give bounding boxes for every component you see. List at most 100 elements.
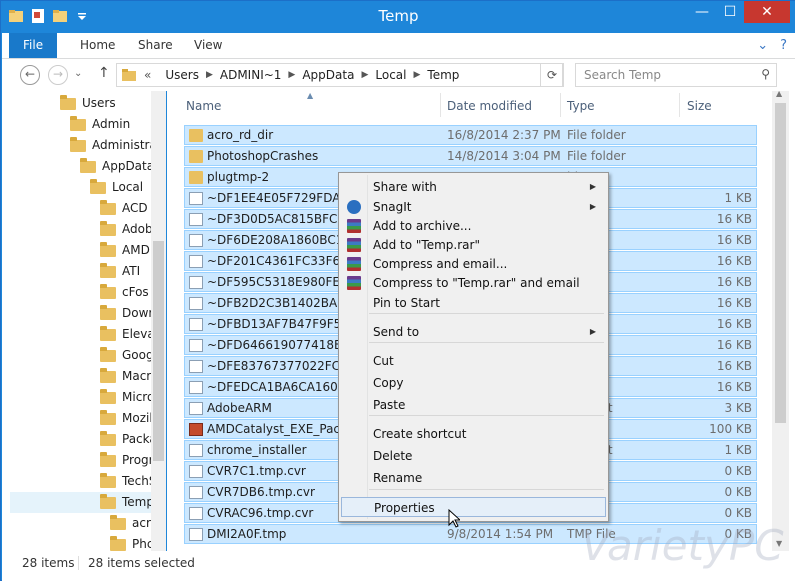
- file-icon: [189, 360, 203, 373]
- breadcrumb-users[interactable]: Users: [158, 68, 206, 82]
- column-name[interactable]: Name: [186, 99, 221, 113]
- chevron-right-icon[interactable]: ▶: [361, 70, 368, 80]
- file-icon: [189, 381, 203, 394]
- recent-locations-icon[interactable]: ⌄: [74, 68, 82, 79]
- menu-item-share-with[interactable]: Share with ▶: [341, 177, 606, 197]
- title-bar: Temp — ☐ ✕: [1, 1, 795, 33]
- maximize-button[interactable]: ☐: [716, 1, 744, 23]
- file-name: PhotoshopCrashes: [207, 149, 319, 163]
- menu-item-add-to-archive[interactable]: Add to archive...: [341, 216, 606, 236]
- menu-item-compress-and-email[interactable]: Compress and email...: [341, 254, 606, 274]
- folder-icon: [80, 157, 96, 173]
- column-divider[interactable]: [679, 93, 680, 117]
- folder-icon: [100, 199, 116, 215]
- tab-view[interactable]: View: [182, 33, 234, 58]
- file-row[interactable]: PhotoshopCrashes 14/8/2014 3:04 PM File fo…: [184, 146, 757, 166]
- file-name: CVRAC96.tmp.cvr: [207, 506, 314, 520]
- menu-item-properties[interactable]: Properties: [341, 497, 606, 517]
- minimize-button[interactable]: —: [688, 1, 716, 23]
- tree-item-macromedia[interactable]: Macr: [100, 366, 151, 387]
- search-icon: ⚲: [761, 67, 770, 81]
- breadcrumb-admini[interactable]: ADMINI~1: [213, 68, 289, 82]
- tree-item-cfos[interactable]: cFos: [100, 282, 149, 303]
- tree-item-programs[interactable]: Progr: [100, 450, 154, 471]
- tab-file[interactable]: File: [9, 33, 58, 58]
- tab-share[interactable]: Share: [126, 33, 185, 58]
- file-size: 16 KB: [716, 233, 752, 247]
- close-button[interactable]: ✕: [744, 1, 790, 23]
- column-size[interactable]: Size: [687, 99, 712, 113]
- menu-item-create-shortcut[interactable]: Create shortcut: [341, 424, 606, 444]
- submenu-arrow-icon: ▶: [589, 182, 596, 191]
- column-divider[interactable]: [440, 93, 441, 117]
- tree-scrollbar[interactable]: [151, 91, 166, 551]
- tree-item-adobe[interactable]: Adob: [100, 219, 153, 240]
- tree-item-photoshop[interactable]: Phc: [110, 534, 153, 551]
- ribbon-tabs: File Home Share View ⌄ ?: [2, 33, 795, 59]
- tree-item-techsmith[interactable]: TechS: [100, 471, 157, 492]
- breadcrumb-appdata[interactable]: AppData: [295, 68, 361, 82]
- tree-item-local[interactable]: Local: [90, 177, 143, 198]
- tree-item-appdata[interactable]: AppData: [80, 156, 154, 177]
- tree-item-administrator[interactable]: Administrat: [70, 135, 162, 156]
- tree-item-amd[interactable]: AMD: [100, 240, 150, 261]
- menu-separator: [369, 489, 604, 490]
- file-size: 16 KB: [716, 338, 752, 352]
- scrollbar-thumb[interactable]: [153, 241, 164, 461]
- tree-item-ati[interactable]: ATI: [100, 261, 140, 282]
- menu-item-copy[interactable]: Copy: [341, 373, 606, 393]
- menu-item-delete[interactable]: Delete: [341, 446, 606, 466]
- refresh-button[interactable]: ⟳: [540, 63, 564, 87]
- tree-item-users[interactable]: Users: [60, 93, 116, 114]
- folder-icon: [100, 430, 116, 446]
- breadcrumb-local[interactable]: Local: [368, 68, 413, 82]
- folder-icon: [70, 136, 86, 152]
- menu-item-add-to-temp-rar[interactable]: Add to "Temp.rar": [341, 235, 606, 255]
- file-size: 16 KB: [716, 359, 752, 373]
- column-type[interactable]: Type: [567, 99, 595, 113]
- breadcrumb-temp[interactable]: Temp: [420, 68, 466, 82]
- list-scrollbar[interactable]: ▲ ▼: [772, 91, 789, 551]
- menu-item-compress-to-rar-email[interactable]: Compress to "Temp.rar" and email: [341, 273, 606, 293]
- scroll-up-icon[interactable]: ▲: [776, 91, 782, 98]
- winrar-icon: [347, 276, 361, 290]
- menu-item-cut[interactable]: Cut: [341, 351, 606, 371]
- breadcrumb-overflow[interactable]: «: [137, 68, 158, 82]
- back-button[interactable]: ←: [20, 65, 40, 85]
- forward-button[interactable]: →: [48, 65, 68, 85]
- column-date[interactable]: Date modified: [447, 99, 532, 113]
- tree-item-admin[interactable]: Admin: [70, 114, 130, 135]
- file-row[interactable]: acro_rd_dir 16/8/2014 2:37 PM File folder: [184, 125, 757, 145]
- file-size: 0 KB: [724, 485, 752, 499]
- tree-item-downloaded[interactable]: Dowr: [100, 303, 153, 324]
- file-icon: [189, 318, 203, 331]
- column-divider[interactable]: [560, 93, 561, 117]
- tree-item-temp[interactable]: Temp: [10, 492, 158, 513]
- up-button[interactable]: ↑: [98, 65, 110, 81]
- chevron-right-icon[interactable]: ▶: [206, 70, 213, 80]
- folder-icon: [100, 325, 116, 341]
- folder-icon: [90, 178, 106, 194]
- scrollbar-thumb[interactable]: [775, 103, 786, 423]
- search-input[interactable]: Search Temp ⚲: [575, 63, 777, 87]
- tree-item-mozilla[interactable]: Mozil: [100, 408, 153, 429]
- expand-ribbon-icon[interactable]: ⌄: [757, 38, 768, 53]
- menu-item-label: Paste: [373, 398, 406, 412]
- address-bar[interactable]: « Users ▶ ADMINI~1 ▶ AppData ▶ Local ▶ Temp: [116, 63, 563, 87]
- chevron-right-icon[interactable]: ▶: [288, 70, 295, 80]
- menu-item-paste[interactable]: Paste: [341, 395, 606, 415]
- tree-item-packages[interactable]: Packa: [100, 429, 157, 450]
- menu-item-send-to[interactable]: Send to ▶: [341, 322, 606, 342]
- tree-item-microsoft[interactable]: Micro: [100, 387, 154, 408]
- menu-item-rename[interactable]: Rename: [341, 468, 606, 488]
- file-size: 1 KB: [724, 191, 752, 205]
- tree-item-google[interactable]: Goog: [100, 345, 154, 366]
- navigation-bar: ← → ⌄ ↑ « Users ▶ ADMINI~1 ▶ AppData ▶ Loca…: [2, 59, 795, 91]
- menu-item-label: Create shortcut: [373, 427, 467, 441]
- column-headers: ▲ Name Date modified Type Size: [167, 91, 795, 119]
- help-icon[interactable]: ?: [780, 38, 787, 53]
- menu-item-snagit[interactable]: SnagIt ▶: [341, 197, 606, 217]
- menu-item-pin-to-start[interactable]: Pin to Start: [341, 293, 606, 313]
- tab-home[interactable]: Home: [68, 33, 127, 58]
- chevron-right-icon[interactable]: ▶: [413, 70, 420, 80]
